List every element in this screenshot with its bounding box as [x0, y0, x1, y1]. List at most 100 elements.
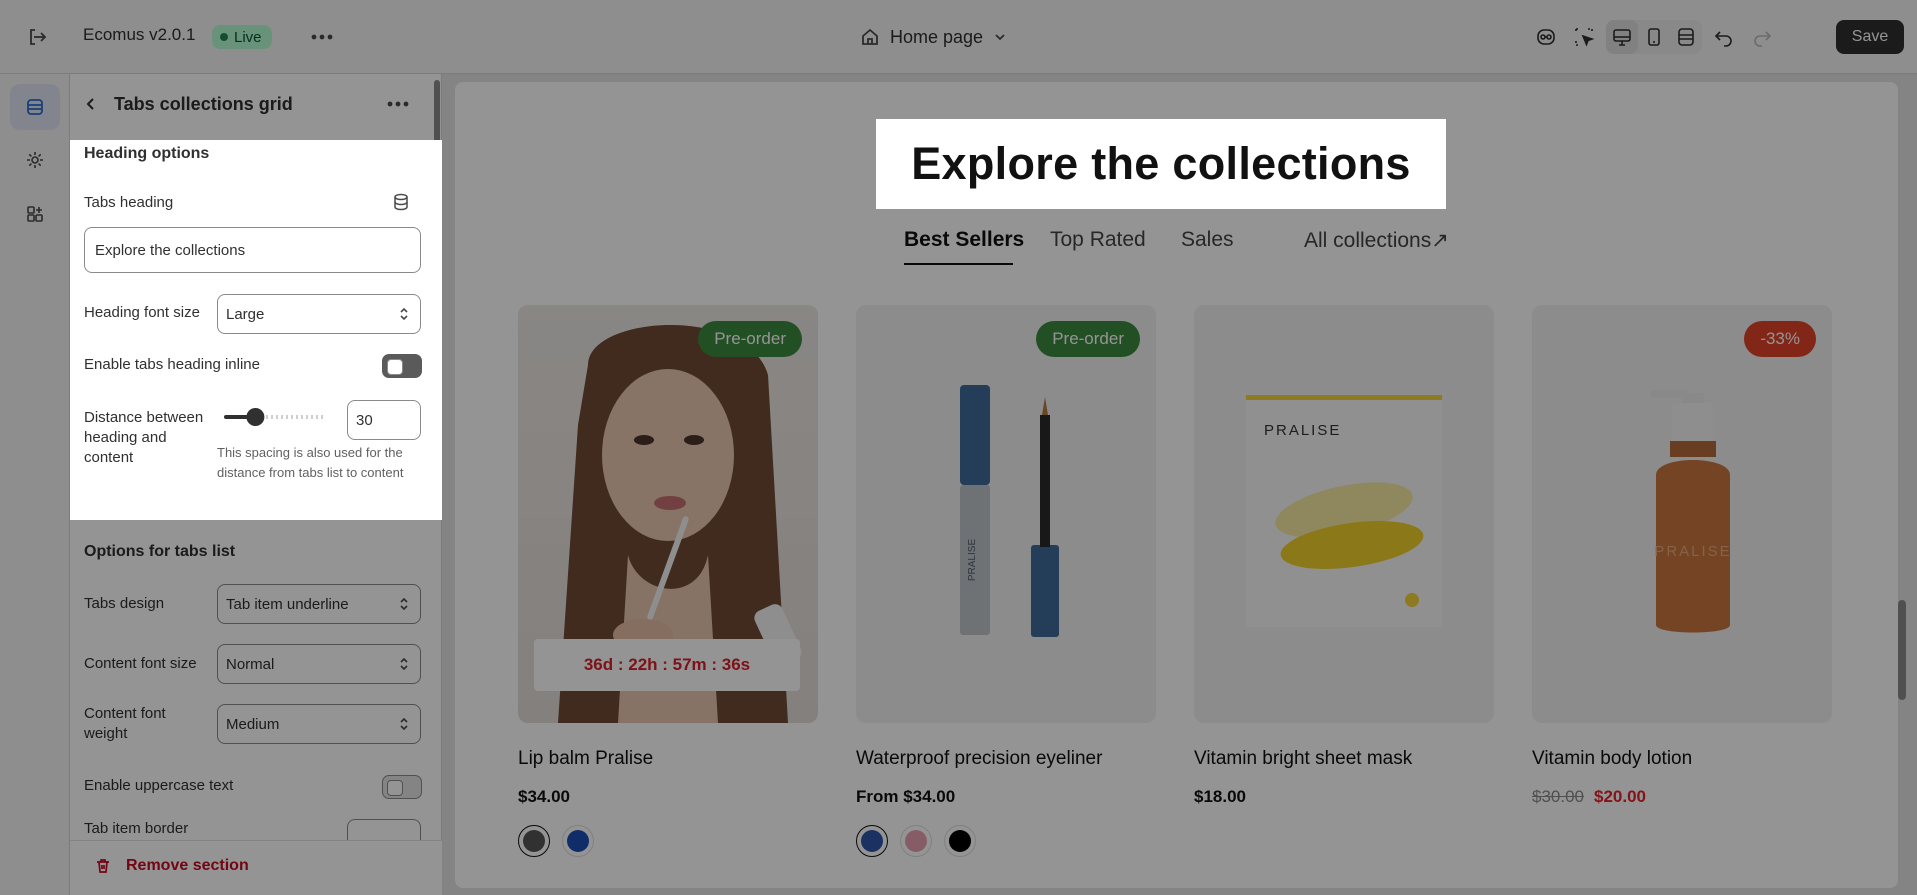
left-rail [0, 74, 70, 895]
preorder-badge: Pre-order [1036, 321, 1140, 357]
color-swatches [856, 825, 976, 857]
chevron-down-icon [995, 34, 1005, 41]
panel-title: Tabs collections grid [114, 94, 293, 114]
panel-menu-button[interactable] [383, 89, 413, 119]
ai-assistant-icon[interactable] [1530, 20, 1562, 54]
tabs-heading-inline-toggle[interactable] [382, 354, 422, 378]
content-font-weight-select[interactable]: Medium [217, 704, 421, 744]
tabs-design-label: Tabs design [84, 595, 165, 612]
body-lotion-image: PRALISE [1650, 390, 1731, 633]
live-status-label: Live [234, 28, 262, 46]
live-status-badge: Live [212, 25, 272, 49]
tab-border-input[interactable] [347, 819, 421, 840]
lotion-brand-text: PRALISE [1654, 543, 1731, 560]
app-embeds-icon[interactable] [10, 191, 60, 237]
tabs-design-value: Tab item underline [226, 595, 349, 613]
sections-icon[interactable] [10, 84, 60, 130]
product-price: $18.00 [1194, 787, 1246, 806]
heading-font-size-value: Large [226, 305, 265, 323]
mask-brand-text: PRALISE [1264, 422, 1341, 439]
dynamic-source-icon[interactable] [392, 193, 410, 211]
product-price: From $34.00 [856, 787, 956, 806]
tabs-list-section-title: Options for tabs list [84, 543, 236, 560]
heading-options-title: Heading options [84, 145, 210, 162]
save-button[interactable]: Save [1836, 20, 1904, 54]
content-font-size-select[interactable]: Normal [217, 644, 421, 684]
select-chevron-icon [400, 657, 408, 671]
swatch-gray[interactable] [518, 825, 550, 857]
viewport-switcher [1606, 20, 1702, 54]
tab-border-label: Tab item border [84, 820, 189, 837]
remove-section-label: Remove section [126, 857, 249, 874]
tab-sales[interactable]: Sales [1181, 228, 1234, 252]
product-name[interactable]: Lip balm Pralise [518, 748, 653, 770]
svg-text:PRALISE: PRALISE [967, 539, 978, 582]
live-dot-icon [220, 33, 228, 41]
swatch-pink[interactable] [900, 825, 932, 857]
heading-options-card: Heading options Tabs heading Heading fon… [70, 140, 442, 520]
undo-icon[interactable] [1708, 20, 1740, 54]
product-name[interactable]: Vitamin body lotion [1532, 748, 1692, 770]
content-font-size-label: Content font size [84, 655, 197, 672]
mobile-view-icon[interactable] [1638, 20, 1670, 54]
section-heading-highlight[interactable]: Explore the collections [876, 119, 1446, 209]
swatch-black[interactable] [944, 825, 976, 857]
product-image[interactable]: PRALISE [1194, 305, 1494, 723]
product-image[interactable]: Pre-order 36d : 22h : 57m : 36s [518, 305, 818, 723]
tabs-heading-input[interactable] [84, 227, 421, 273]
back-arrow-icon[interactable] [76, 89, 106, 119]
product-price: $34.00 [518, 787, 570, 806]
uppercase-toggle[interactable] [382, 775, 422, 799]
page-picker-label: Home page [890, 26, 984, 47]
distance-input[interactable]: 30 [347, 400, 421, 440]
content-font-weight-label: Content font weight [84, 705, 166, 742]
color-swatches [518, 825, 594, 857]
select-chevron-icon [400, 717, 408, 731]
active-tab-underline [904, 263, 1013, 265]
product-image[interactable]: PRALISE Pre-order [856, 305, 1156, 723]
trash-icon [97, 859, 109, 873]
theme-settings-icon[interactable] [10, 137, 60, 183]
tab-all-collections[interactable]: All collections↗ [1304, 228, 1449, 253]
preorder-badge: Pre-order [698, 321, 802, 357]
distance-hint: This spacing is also used for the distan… [217, 445, 404, 480]
distance-slider[interactable] [217, 407, 333, 427]
desktop-view-icon[interactable] [1606, 20, 1638, 54]
product-price: $30.00 $20.00 [1532, 787, 1646, 807]
original-price: $30.00 [1532, 787, 1584, 806]
tab-best-sellers[interactable]: Best Sellers [904, 228, 1024, 252]
remove-section-bar: Remove section [70, 840, 442, 895]
exit-icon[interactable] [22, 22, 52, 52]
swatch-blue[interactable] [562, 825, 594, 857]
product-name[interactable]: Waterproof precision eyeliner [856, 748, 1102, 770]
eyeliner-image: PRALISE [960, 385, 1059, 637]
redo-icon[interactable] [1746, 20, 1778, 54]
swatch-blue[interactable] [856, 825, 888, 857]
product-name[interactable]: Vitamin bright sheet mask [1194, 748, 1412, 770]
sale-price: $20.00 [1594, 787, 1646, 806]
content-font-size-value: Normal [226, 655, 275, 673]
full-width-view-icon[interactable] [1670, 20, 1702, 54]
tabs-heading-inline-label: Enable tabs heading inline [84, 356, 260, 373]
select-chevron-icon [400, 307, 408, 321]
distance-label: Distance between heading and content [84, 409, 204, 466]
sheet-mask-image: PRALISE [1246, 395, 1442, 627]
inspector-icon[interactable] [1568, 20, 1600, 54]
tabs-design-select[interactable]: Tab item underline [217, 584, 421, 624]
heading-font-size-select[interactable]: Large [217, 294, 421, 334]
page-picker[interactable]: Home page [860, 22, 1007, 52]
remove-section-button[interactable]: Remove section [94, 857, 249, 875]
uppercase-label: Enable uppercase text [84, 777, 234, 794]
countdown-timer: 36d : 22h : 57m : 36s [534, 639, 800, 691]
distance-value: 30 [356, 411, 373, 429]
tab-top-rated[interactable]: Top Rated [1050, 228, 1146, 252]
select-chevron-icon [400, 597, 408, 611]
product-image[interactable]: PRALISE -33% [1532, 305, 1832, 723]
discount-badge: -33% [1744, 321, 1816, 357]
preview-scrollbar[interactable] [1898, 600, 1906, 700]
more-options-button[interactable] [307, 22, 337, 52]
theme-name: Ecomus v2.0.1 [83, 25, 196, 44]
content-font-weight-value: Medium [226, 715, 280, 733]
home-icon [862, 28, 878, 45]
slider-handle[interactable] [246, 408, 265, 426]
